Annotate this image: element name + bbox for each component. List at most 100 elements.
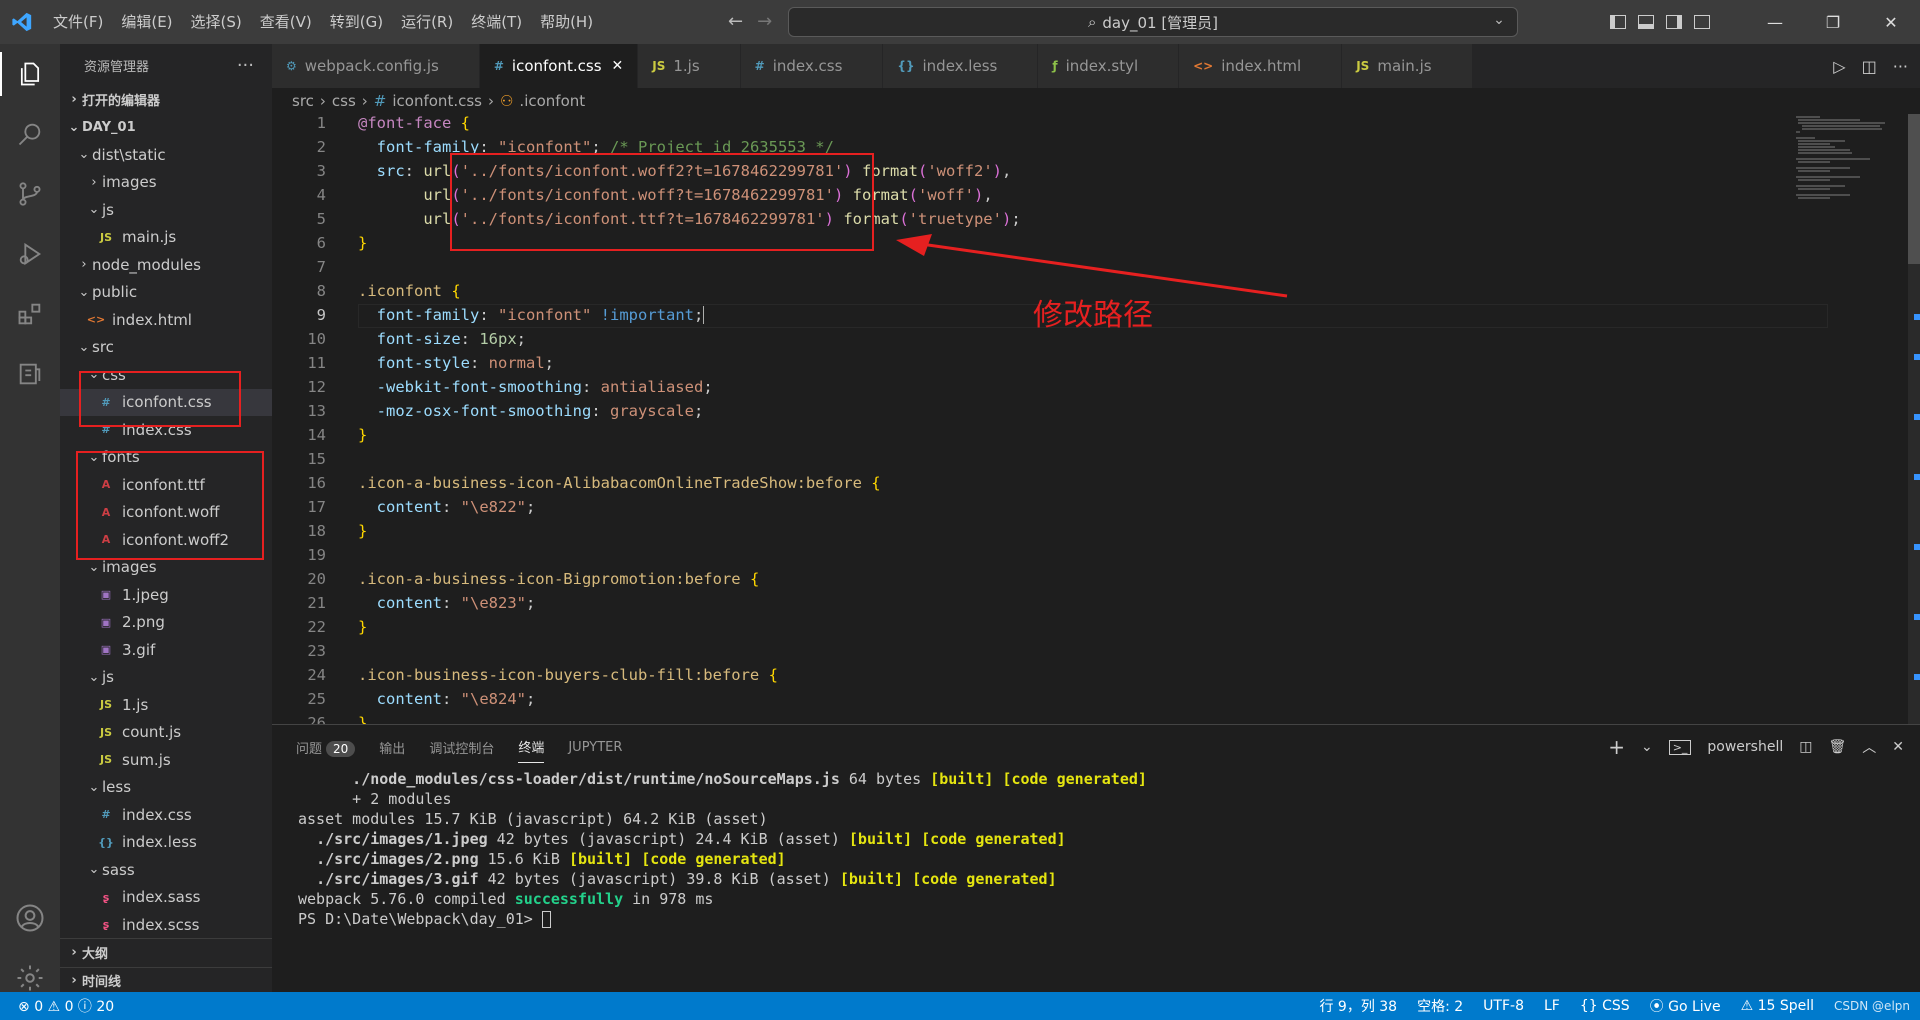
folder-item[interactable]: ⌄ src	[60, 334, 272, 362]
errors-status[interactable]: ⊗ 0 ⚠ 0 ⓘ 20	[18, 996, 114, 1016]
open-editors-section[interactable]: › 打开的编辑器	[60, 86, 272, 114]
tab-debug-console[interactable]: 调试控制台	[429, 738, 494, 757]
folder-item[interactable]: ⌄ public	[60, 279, 272, 307]
tab-problems[interactable]: 问题 20	[296, 738, 356, 757]
terminal-output[interactable]: ./node_modules/css-loader/dist/runtime/n…	[298, 769, 1147, 929]
folder-item[interactable]: ⌄ js	[60, 196, 272, 224]
source-control-icon[interactable]	[0, 164, 60, 224]
indentation[interactable]: 空格: 2	[1417, 996, 1463, 1016]
tab-index-styl[interactable]: ƒ index.styl	[1038, 44, 1180, 88]
tab-index-less[interactable]: {} index.less	[883, 44, 1039, 88]
breadcrumb-file[interactable]: iconfont.css	[392, 92, 482, 110]
menu-item[interactable]: 查看(V)	[251, 0, 321, 44]
cursor-position[interactable]: 行 9，列 38	[1319, 996, 1397, 1016]
tree-item-label: dist\static	[92, 145, 166, 164]
editor-scrollbar[interactable]	[1908, 114, 1920, 724]
outline-section[interactable]: › 大纲	[60, 939, 272, 967]
close-window-icon[interactable]: ✕	[1862, 13, 1920, 32]
tab-output[interactable]: 输出	[379, 738, 405, 757]
folder-item[interactable]: ⌄ sass	[60, 856, 272, 884]
file-item[interactable]: ▣ 2.png	[60, 609, 272, 637]
more-actions-icon[interactable]: ···	[1893, 57, 1908, 76]
code-editor[interactable]: 1 @font-face { 2 font-family: "iconfont";…	[272, 114, 1920, 724]
forward-arrow-icon[interactable]: →	[757, 11, 772, 32]
workspace-root-section[interactable]: ⌄ DAY_01	[60, 114, 272, 142]
back-arrow-icon[interactable]: ←	[728, 11, 743, 32]
close-panel-icon[interactable]: ✕	[1892, 739, 1904, 755]
close-tab-icon[interactable]: ✕	[612, 58, 624, 74]
chevron-down-icon: ⌄	[88, 202, 100, 218]
minimize-icon[interactable]: —	[1746, 13, 1804, 32]
tab-iconfont-css[interactable]: # iconfont.css ✕	[479, 44, 639, 88]
encoding[interactable]: UTF-8	[1483, 998, 1524, 1014]
css-file-icon: #	[373, 92, 387, 110]
menu-item[interactable]: 运行(R)	[392, 0, 462, 44]
toggle-sidebar-icon[interactable]	[1610, 15, 1626, 29]
maximize-panel-icon[interactable]: ︿	[1862, 737, 1876, 757]
file-type-icon: <>	[1193, 59, 1214, 73]
file-item[interactable]: JS sum.js	[60, 746, 272, 774]
run-icon[interactable]: ▷	[1833, 57, 1845, 76]
tree-item-label: index.sass	[122, 888, 201, 907]
shell-name[interactable]: powershell	[1707, 739, 1783, 755]
menu-item[interactable]: 选择(S)	[182, 0, 251, 44]
code-line: 20 .icon-a-business-icon-Bigpromotion:bef…	[307, 570, 760, 588]
chevron-down-icon[interactable]: ⌄	[1641, 739, 1653, 755]
more-actions-icon[interactable]: ···	[237, 55, 254, 76]
explorer-icon[interactable]	[0, 44, 60, 104]
file-item[interactable]: ʂ index.sass	[60, 884, 272, 912]
search-activity-icon[interactable]	[0, 104, 60, 164]
file-item[interactable]: ʂ index.scss	[60, 911, 272, 939]
file-item[interactable]: JS main.js	[60, 224, 272, 252]
file-item[interactable]: JS 1.js	[60, 691, 272, 719]
menu-item[interactable]: 编辑(E)	[112, 0, 181, 44]
timeline-section[interactable]: › 时间线	[60, 966, 272, 995]
go-live-button[interactable]: ⦿ Go Live	[1650, 996, 1721, 1016]
folder-item[interactable]: › node_modules	[60, 251, 272, 279]
split-terminal-icon[interactable]: ◫	[1799, 739, 1812, 755]
file-item[interactable]: ▣ 3.gif	[60, 636, 272, 664]
menu-item[interactable]: 转到(G)	[321, 0, 392, 44]
breadcrumb-css[interactable]: css	[332, 92, 356, 110]
remote-explorer-icon[interactable]	[0, 344, 60, 404]
breadcrumb-symbol[interactable]: .iconfont	[519, 92, 585, 110]
file-item[interactable]: JS count.js	[60, 719, 272, 747]
tab-index-css[interactable]: # index.css	[740, 44, 884, 88]
toggle-panel-icon[interactable]	[1638, 15, 1654, 29]
file-item[interactable]: {} index.less	[60, 829, 272, 857]
run-debug-icon[interactable]	[0, 224, 60, 284]
language-mode[interactable]: {} CSS	[1580, 998, 1630, 1014]
folder-item[interactable]: ⌄ js	[60, 664, 272, 692]
tab-terminal[interactable]: 终端	[518, 737, 545, 763]
file-item[interactable]: # index.css	[60, 801, 272, 829]
tab-problems-label: 问题	[296, 741, 323, 757]
spell-check-status[interactable]: ⚠ 15 Spell	[1741, 998, 1814, 1014]
status-bar: ⊗ 0 ⚠ 0 ⓘ 20 行 9，列 38 空格: 2 UTF-8 LF {} …	[0, 992, 1920, 1020]
tab-jupyter[interactable]: JUPYTER	[568, 740, 622, 755]
customize-layout-icon[interactable]	[1694, 15, 1710, 29]
menu-item[interactable]: 帮助(H)	[531, 0, 602, 44]
new-terminal-icon[interactable]: +	[1608, 735, 1625, 759]
chevron-down-icon[interactable]: ⌄	[1491, 12, 1507, 28]
folder-item[interactable]: › images	[60, 169, 272, 197]
file-item[interactable]: <> index.html	[60, 306, 272, 334]
split-editor-icon[interactable]: ◫	[1862, 57, 1877, 76]
minimap[interactable]	[1790, 114, 1900, 724]
breadcrumb-src[interactable]: src	[292, 92, 314, 110]
tab-1-js[interactable]: JS 1.js	[638, 44, 741, 88]
tab-main-js[interactable]: JS main.js	[1342, 44, 1473, 88]
folder-item[interactable]: ⌄ less	[60, 774, 272, 802]
folder-item[interactable]: ⌄ dist\static	[60, 141, 272, 169]
tab-index-html[interactable]: <> index.html	[1179, 44, 1343, 88]
extensions-icon[interactable]	[0, 284, 60, 344]
toggle-secondary-sidebar-icon[interactable]	[1666, 15, 1682, 29]
restore-icon[interactable]: ❐	[1804, 13, 1862, 32]
tab-webpack-config-js[interactable]: ⚙ webpack.config.js	[272, 44, 480, 88]
account-icon[interactable]	[0, 888, 60, 948]
command-center-search[interactable]: ⌕ day_01 [管理员] ⌄	[788, 7, 1518, 37]
end-of-line[interactable]: LF	[1544, 998, 1560, 1014]
menu-item[interactable]: 文件(F)	[44, 0, 112, 44]
file-item[interactable]: ▣ 1.jpeg	[60, 581, 272, 609]
menu-item[interactable]: 终端(T)	[462, 0, 531, 44]
kill-terminal-icon[interactable]: 🗑	[1828, 739, 1846, 755]
